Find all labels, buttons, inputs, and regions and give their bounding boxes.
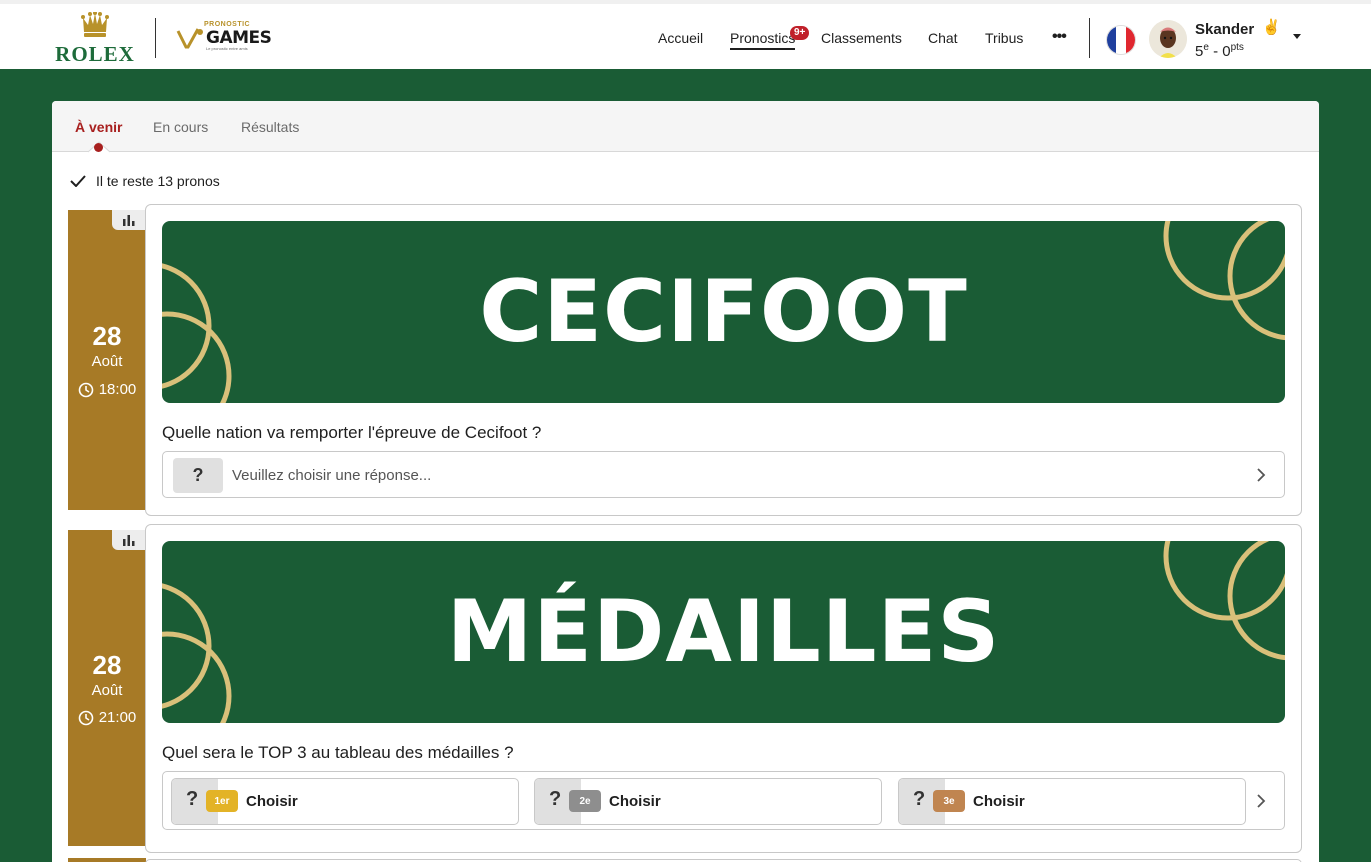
nav-chat[interactable]: Chat <box>928 30 958 46</box>
question-text: Quelle nation va remporter l'épreuve de … <box>162 423 542 442</box>
points-separator: - <box>1208 43 1223 60</box>
stats-button[interactable] <box>112 530 146 550</box>
pg-emblem-icon <box>176 28 203 49</box>
rolex-wordmark: ROLEX <box>55 42 135 66</box>
pg-logo-top: PRONOSTIC <box>204 21 251 28</box>
nav-pronostics[interactable]: Pronostics <box>730 30 796 50</box>
podium-slot-1[interactable]: ? 1er Choisir <box>171 778 519 825</box>
france-flag-icon[interactable] <box>1106 25 1136 55</box>
match-day: 28 <box>92 321 122 351</box>
tab-en-cours[interactable]: En cours <box>153 119 208 135</box>
clock-icon <box>78 710 94 725</box>
pg-logo-main: GAMES <box>206 28 272 48</box>
check-icon <box>70 175 86 187</box>
date-strip: 28 Août 21:00 <box>68 530 146 846</box>
tab-bar: À venir En cours Résultats <box>52 101 1319 153</box>
rank-badge-silver: 2e <box>569 790 601 812</box>
event-banner: MÉDAILLES <box>162 541 1285 723</box>
match-month: Août <box>91 353 123 370</box>
banner-title: CECIFOOT <box>479 262 968 362</box>
chevron-right-icon <box>1257 794 1266 808</box>
rank-badge-bronze: 3e <box>933 790 965 812</box>
podium-choose-label: Choisir <box>609 793 661 810</box>
podium-choose-label: Choisir <box>973 793 1025 810</box>
nav-tribus[interactable]: Tribus <box>985 30 1023 46</box>
event-banner: CECIFOOT <box>162 221 1285 403</box>
header-divider <box>155 18 156 58</box>
prono-card: MÉDAILLES Quel sera le TOP 3 au tableau … <box>145 524 1302 853</box>
user-name[interactable]: Skander <box>1195 21 1254 38</box>
user-avatar[interactable] <box>1149 20 1187 58</box>
chevron-right-icon <box>1257 468 1266 482</box>
pg-logo-tagline: Le pronostic entre amis <box>206 46 248 51</box>
avatar-face-icon <box>1149 20 1187 58</box>
date-strip: 28 Août 18:00 <box>68 210 146 510</box>
bar-chart-icon <box>123 534 135 546</box>
answer-select[interactable]: ? Veuillez choisir une réponse... <box>162 451 1285 498</box>
podium-choose-label: Choisir <box>246 793 298 810</box>
rank-badge-gold: 1er <box>206 790 238 812</box>
banner-title: MÉDAILLES <box>446 582 1001 682</box>
nav-classements[interactable]: Classements <box>821 30 902 46</box>
user-points: 0 <box>1222 43 1231 60</box>
header-divider-2 <box>1089 18 1090 58</box>
user-rank-points: 5e - 0pts <box>1195 42 1244 60</box>
crown-icon <box>81 12 109 37</box>
clock-icon <box>78 382 94 397</box>
podium-slot-2[interactable]: ? 2e Choisir <box>534 778 882 825</box>
match-time: 18:00 <box>68 381 146 398</box>
question-mark-icon: ? <box>173 458 223 493</box>
question-text: Quel sera le TOP 3 au tableau des médail… <box>162 743 514 762</box>
tab-a-venir[interactable]: À venir <box>75 119 122 135</box>
prono-card: CECIFOOT Quelle nation va remporter l'ép… <box>145 204 1302 516</box>
match-time-label: 21:00 <box>98 709 137 726</box>
answer-placeholder: Veuillez choisir une réponse... <box>232 467 432 484</box>
chevron-down-icon[interactable] <box>1293 34 1301 39</box>
user-status-emoji: ✌ <box>1262 19 1281 36</box>
active-tab-dot <box>94 143 103 152</box>
tab-resultats[interactable]: Résultats <box>241 119 299 135</box>
match-month: Août <box>91 682 123 699</box>
podium-select[interactable]: ? 1er Choisir ? 2e Choisir ? 3e Choisir <box>162 771 1285 830</box>
notification-badge: 9+ <box>790 26 810 40</box>
rolex-logo[interactable]: ROLEX <box>50 12 140 67</box>
more-menu-button[interactable]: ••• <box>1052 28 1067 46</box>
stats-button[interactable] <box>112 210 146 230</box>
match-time: 21:00 <box>68 709 146 726</box>
nav-accueil[interactable]: Accueil <box>658 30 703 46</box>
pronostic-games-logo[interactable]: PRONOSTIC GAMES Le pronostic entre amis <box>176 21 272 55</box>
user-points-suffix: pts <box>1230 42 1244 53</box>
match-time-label: 18:00 <box>98 381 137 398</box>
top-header: ROLEX PRONOSTIC GAMES Le pronostic entre… <box>0 0 1371 69</box>
date-strip-next <box>68 858 146 862</box>
remaining-text: Il te reste 13 pronos <box>96 173 220 189</box>
bar-chart-icon <box>123 214 135 226</box>
match-day: 28 <box>92 650 122 680</box>
podium-slot-3[interactable]: ? 3e Choisir <box>898 778 1246 825</box>
remaining-pronos: Il te reste 13 pronos <box>70 173 220 189</box>
